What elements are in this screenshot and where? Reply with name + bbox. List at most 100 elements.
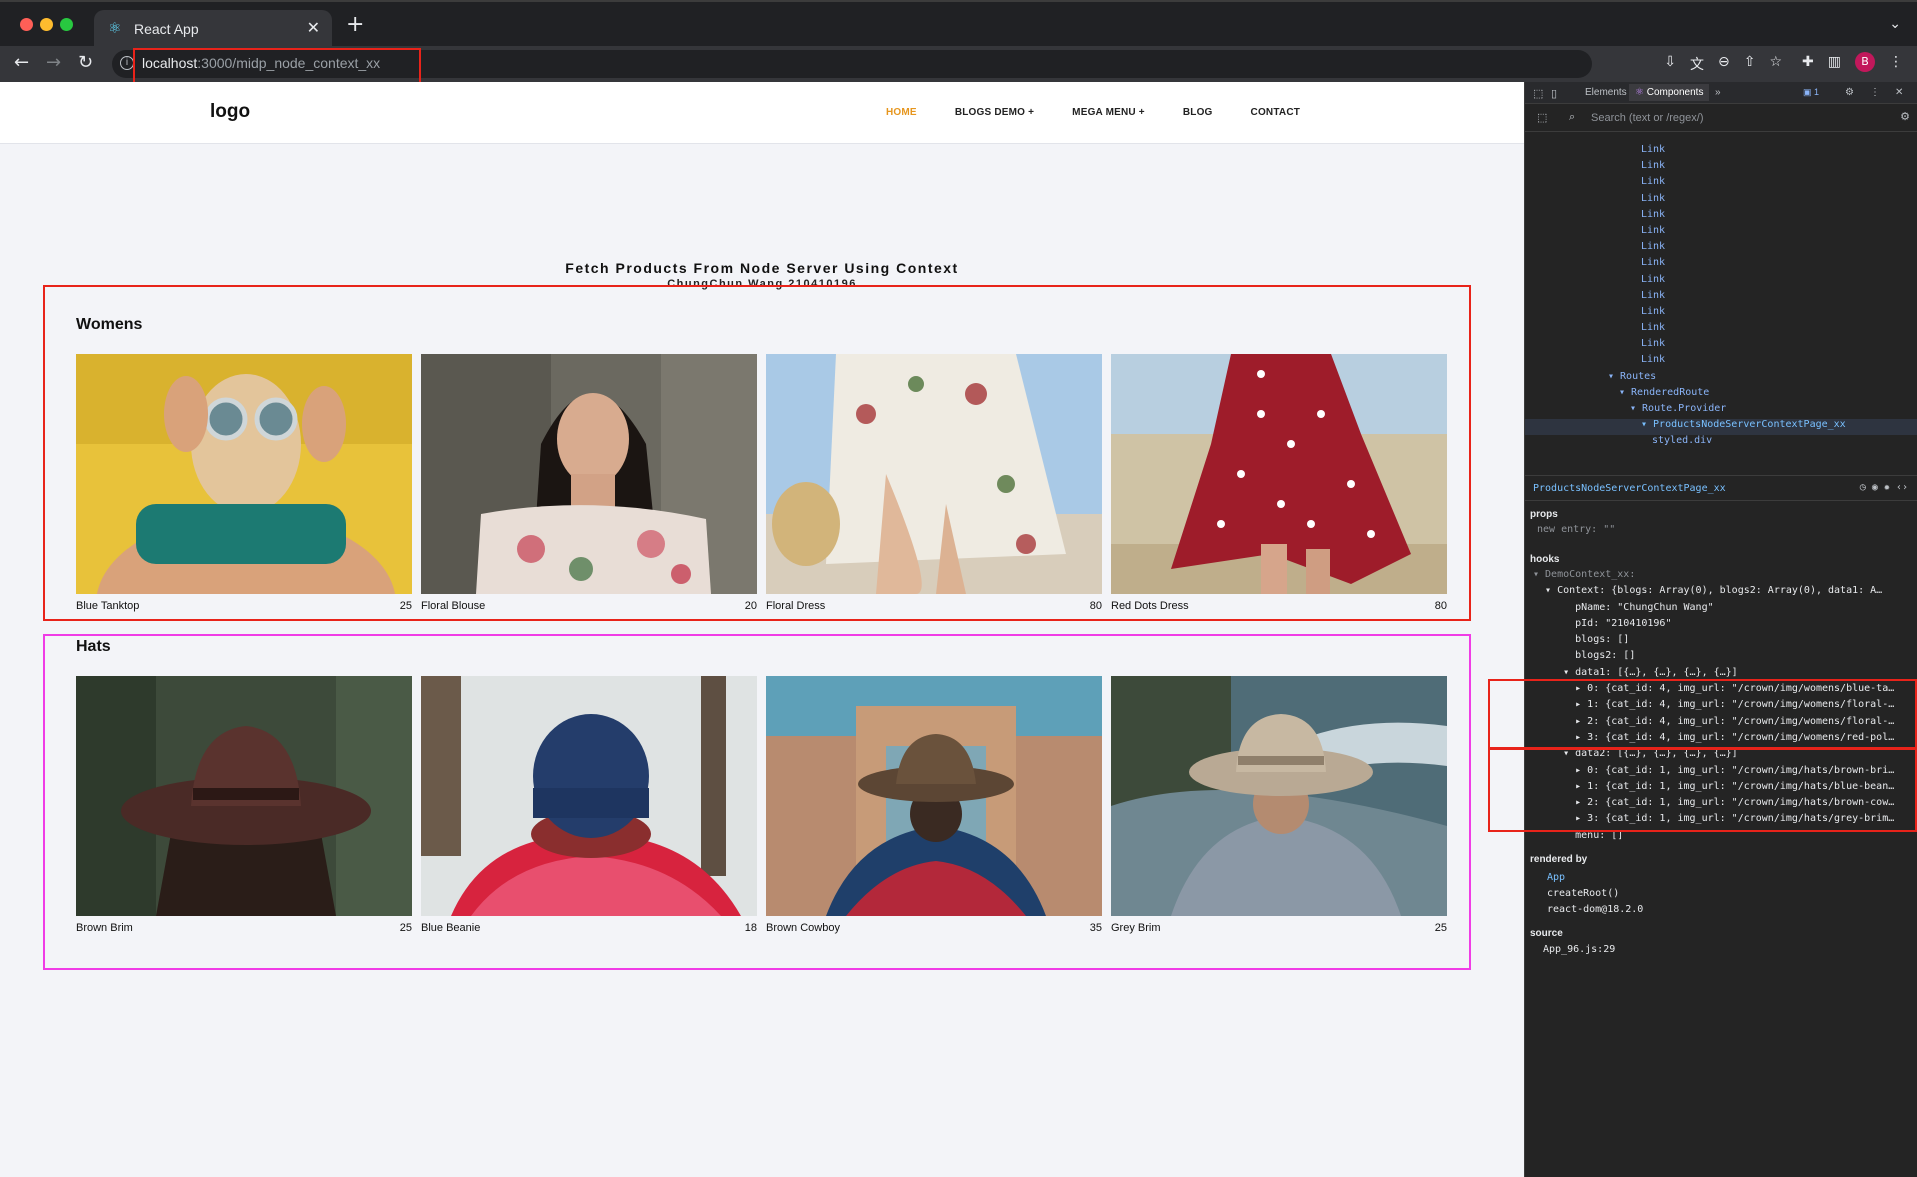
- product-image[interactable]: [76, 676, 412, 916]
- reload-icon[interactable]: ↻: [78, 53, 93, 73]
- site-nav: HOME BLOGS DEMO + MEGA MENU + BLOG CONTA…: [886, 107, 1300, 118]
- code-icon[interactable]: ‹›: [1896, 482, 1908, 493]
- share-icon[interactable]: ⇧: [1744, 54, 1756, 74]
- hook-line[interactable]: blogs2: []: [1533, 650, 1917, 666]
- rendered-by-app[interactable]: App: [1547, 870, 1917, 886]
- more-icon[interactable]: ⋮: [1889, 54, 1903, 74]
- browser-tab[interactable]: ⚛ React App ✕: [94, 10, 332, 48]
- hook-line[interactable]: menu: []: [1533, 830, 1917, 846]
- tree-node[interactable]: Link: [1525, 290, 1917, 306]
- maximize-window-button[interactable]: [60, 18, 73, 31]
- tab-elements[interactable]: Elements: [1585, 87, 1627, 98]
- new-tab-icon[interactable]: +: [346, 14, 364, 36]
- close-window-button[interactable]: [20, 18, 33, 31]
- translate-icon[interactable]: 文: [1690, 54, 1704, 74]
- tree-node[interactable]: Link: [1525, 193, 1917, 209]
- hook-line[interactable]: pName: "ChungChun Wang": [1533, 602, 1917, 618]
- props-entry[interactable]: new entry: "": [1537, 524, 1917, 535]
- component-actions: ◷ ◉ ✹ ‹›: [1860, 482, 1908, 493]
- tree-node[interactable]: Link: [1525, 338, 1917, 354]
- minimize-window-button[interactable]: [40, 18, 53, 31]
- inspect-icon[interactable]: ⬚: [1533, 87, 1543, 100]
- site-logo[interactable]: logo: [210, 101, 250, 123]
- hook-line[interactable]: blogs: []: [1533, 634, 1917, 650]
- product-card[interactable]: Floral Blouse 20: [421, 354, 757, 612]
- nav-home[interactable]: HOME: [886, 107, 917, 118]
- tree-node[interactable]: ▾ Route.Provider: [1525, 403, 1917, 419]
- bookmark-star-icon[interactable]: ☆: [1769, 54, 1782, 74]
- rendered-by-root: createRoot(): [1547, 888, 1620, 899]
- tree-node[interactable]: Link: [1525, 354, 1917, 370]
- product-name: Blue Tanktop: [76, 600, 140, 612]
- product-image[interactable]: [1111, 676, 1447, 916]
- product-card[interactable]: Brown Cowboy 35: [766, 676, 1102, 934]
- product-image[interactable]: [766, 676, 1102, 916]
- nav-blogs-demo[interactable]: BLOGS DEMO +: [955, 107, 1034, 118]
- product-card[interactable]: Red Dots Dress 80: [1111, 354, 1447, 612]
- more-icon[interactable]: ⋮: [1870, 87, 1880, 98]
- tree-node[interactable]: Link: [1525, 160, 1917, 176]
- product-image[interactable]: [421, 676, 757, 916]
- product-image[interactable]: [1111, 354, 1447, 594]
- tab-search-icon[interactable]: ⌄: [1889, 16, 1901, 32]
- back-icon[interactable]: ←: [14, 53, 29, 73]
- tree-node[interactable]: ▾ Routes: [1525, 371, 1917, 387]
- product-image[interactable]: [76, 354, 412, 594]
- settings-icon[interactable]: ⚙: [1845, 87, 1854, 98]
- tree-node[interactable]: styled.div: [1525, 435, 1917, 451]
- product-card[interactable]: Brown Brim 25: [76, 676, 412, 934]
- selected-component-name: ProductsNodeServerContextPage_xx: [1533, 483, 1726, 494]
- issues-badge[interactable]: ▣ 1: [1803, 87, 1819, 98]
- product-name: Brown Cowboy: [766, 922, 840, 934]
- tree-node[interactable]: Link: [1525, 257, 1917, 273]
- hook-line[interactable]: ▾ Context: {blogs: Array(0), blogs2: Arr…: [1533, 585, 1917, 601]
- product-price: 35: [1089, 922, 1102, 934]
- product-card[interactable]: Grey Brim 25: [1111, 676, 1447, 934]
- react-icon: ⚛: [108, 19, 122, 37]
- react-icon: ⚛: [1635, 87, 1647, 98]
- settings-icon[interactable]: ⚙: [1900, 110, 1910, 123]
- source-file[interactable]: App_96.js:29: [1543, 944, 1917, 955]
- device-toggle-icon[interactable]: ▯: [1551, 87, 1557, 100]
- tree-node[interactable]: Link: [1525, 322, 1917, 338]
- tree-node[interactable]: Link: [1525, 209, 1917, 225]
- product-card[interactable]: Blue Tanktop 25: [76, 354, 412, 612]
- tab-components[interactable]: ⚛ Components: [1629, 84, 1710, 101]
- extensions-icon[interactable]: ✚: [1802, 54, 1814, 74]
- product-image[interactable]: [766, 354, 1102, 594]
- component-search: ⬚ ⌕ Search (text or /regex/) ⚙: [1525, 104, 1917, 132]
- timer-icon[interactable]: ◷: [1860, 482, 1866, 493]
- close-tab-icon[interactable]: ✕: [307, 18, 320, 37]
- close-devtools-icon[interactable]: ✕: [1895, 87, 1903, 98]
- tree-node[interactable]: ▾ ProductsNodeServerContextPage_xx: [1525, 419, 1917, 436]
- select-element-icon[interactable]: ⬚: [1537, 111, 1547, 124]
- zoom-icon[interactable]: ⊖: [1718, 54, 1730, 74]
- product-card[interactable]: Blue Beanie 18: [421, 676, 757, 934]
- tree-node[interactable]: Link: [1525, 306, 1917, 322]
- eye-icon[interactable]: ◉: [1872, 482, 1878, 493]
- product-image[interactable]: [421, 354, 757, 594]
- rendered-by-list: App createRoot() react-dom@18.2.0: [1547, 870, 1917, 918]
- nav-blog[interactable]: BLOG: [1183, 107, 1213, 118]
- product-card[interactable]: Floral Dress 80: [766, 354, 1102, 612]
- hook-line[interactable]: ▾ DemoContext_xx:: [1533, 569, 1917, 585]
- source-label: source: [1530, 928, 1563, 939]
- tree-node[interactable]: Link: [1525, 225, 1917, 241]
- side-panel-icon[interactable]: ▥: [1828, 54, 1841, 74]
- bug-icon[interactable]: ✹: [1884, 482, 1890, 493]
- profile-avatar[interactable]: B: [1855, 52, 1875, 72]
- hook-line[interactable]: pId: "210410196": [1533, 618, 1917, 634]
- more-tabs-icon[interactable]: »: [1715, 87, 1721, 98]
- nav-mega-menu[interactable]: MEGA MENU +: [1072, 107, 1145, 118]
- tree-node[interactable]: Link: [1525, 176, 1917, 192]
- tree-node[interactable]: Link: [1525, 144, 1917, 160]
- product-price: 25: [399, 600, 412, 612]
- tree-node[interactable]: Link: [1525, 241, 1917, 257]
- tree-node[interactable]: Link: [1525, 274, 1917, 290]
- nav-contact[interactable]: CONTACT: [1251, 107, 1301, 118]
- forward-icon[interactable]: →: [46, 53, 61, 73]
- search-input[interactable]: Search (text or /regex/): [1591, 112, 1704, 124]
- info-icon[interactable]: i: [120, 56, 134, 70]
- install-icon[interactable]: ⇩: [1664, 54, 1676, 74]
- tree-node[interactable]: ▾ RenderedRoute: [1525, 387, 1917, 403]
